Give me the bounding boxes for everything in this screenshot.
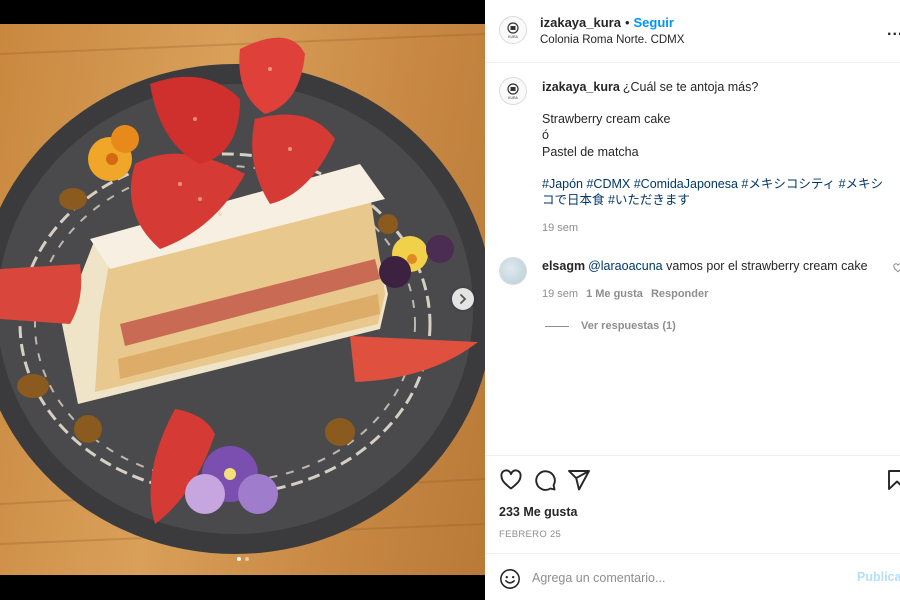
hashtags-line-1[interactable]: #Japón #CDMX #ComidaJaponesa #メキシコシティ #メ… — [542, 176, 887, 192]
comment-body: vamos por el strawberry cream cake — [662, 259, 868, 273]
post-media — [0, 0, 485, 600]
header-username-row: izakaya_kura • Seguir — [540, 15, 674, 30]
post-location[interactable]: Colonia Roma Norte. CDMX — [540, 34, 684, 46]
reply-button[interactable]: Responder — [651, 288, 708, 300]
comment-icon[interactable] — [533, 468, 557, 492]
commenter-avatar[interactable] — [499, 257, 527, 285]
account-avatar[interactable]: KURA — [499, 16, 527, 44]
header-username[interactable]: izakaya_kura — [540, 15, 621, 30]
caption-avatar[interactable]: KURA — [499, 77, 527, 105]
caption-option-2: Pastel de matcha — [542, 144, 639, 159]
hashtags-line-2[interactable]: コで日本食 #いただきます — [542, 192, 887, 208]
share-icon[interactable] — [567, 468, 591, 492]
svg-text:KURA: KURA — [508, 35, 518, 39]
post-photo[interactable] — [0, 24, 485, 575]
svg-text:KURA: KURA — [508, 96, 518, 100]
post-side-panel: KURA izakaya_kura • Seguir Colonia Roma No… — [485, 0, 900, 600]
emoji-icon[interactable] — [499, 568, 521, 590]
comment-text: elsagm @laraoacuna vamos por el strawberr… — [542, 259, 868, 273]
caption-username[interactable]: izakaya_kura — [542, 80, 620, 94]
comment-meta: 19 sem 1 Me gusta Responder — [542, 288, 716, 300]
post-header: KURA izakaya_kura • Seguir Colonia Roma No… — [485, 0, 900, 63]
heart-icon[interactable] — [499, 468, 523, 492]
next-photo-button[interactable] — [452, 288, 474, 310]
caption-timestamp[interactable]: 19 sem — [542, 222, 578, 234]
publish-button[interactable]: Publicar — [857, 570, 900, 584]
like-count[interactable]: 233 Me gusta — [499, 505, 578, 519]
caption-option-separator: ó — [542, 128, 549, 143]
post-caption: izakaya_kura ¿Cuál se te antoja más? Stra… — [542, 79, 887, 208]
comment-input[interactable] — [532, 566, 842, 590]
replies-divider — [545, 325, 569, 327]
kura-logo-icon: KURA — [507, 83, 519, 100]
kura-logo-icon: KURA — [507, 22, 519, 39]
view-replies-button[interactable]: Ver respuestas (1) — [545, 320, 676, 332]
caption-option-1: Strawberry cream cake — [542, 112, 671, 127]
chevron-right-icon — [460, 294, 467, 304]
comment-timestamp[interactable]: 19 sem — [542, 288, 578, 300]
post-date[interactable]: FEBRERO 25 — [499, 529, 561, 540]
bookmark-icon[interactable] — [885, 468, 900, 492]
view-replies-label[interactable]: Ver respuestas (1) — [581, 320, 676, 332]
caption-question: ¿Cuál se te antoja más? — [622, 80, 759, 94]
more-options-button[interactable]: ... — [887, 22, 900, 40]
follow-button[interactable]: Seguir — [634, 15, 674, 30]
carousel-dot — [244, 557, 249, 561]
comment-like-icon[interactable] — [893, 263, 900, 276]
commenter-username[interactable]: elsagm — [542, 259, 585, 273]
comment-mention[interactable]: @laraoacuna — [588, 259, 663, 273]
comment-composer: Publicar — [485, 553, 900, 600]
header-separator: • — [624, 15, 630, 30]
post-actions: 233 Me gusta FEBRERO 25 Publicar — [485, 455, 900, 600]
caption-hashtags[interactable]: #Japón #CDMX #ComidaJaponesa #メキシコシティ #メ… — [542, 176, 887, 208]
comment-like-count[interactable]: 1 Me gusta — [586, 288, 643, 300]
carousel-indicator — [0, 557, 485, 561]
carousel-dot-active — [236, 557, 241, 561]
